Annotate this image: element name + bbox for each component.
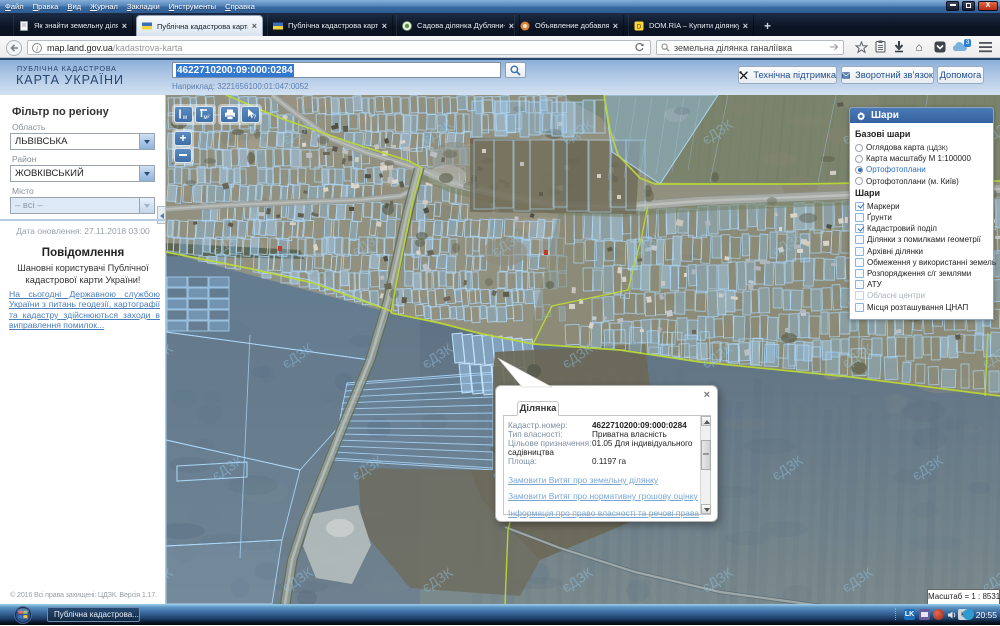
svg-text:м: м xyxy=(183,115,187,120)
svg-text:D: D xyxy=(637,24,642,30)
svg-text:м²: м² xyxy=(204,115,210,120)
svg-text:?: ? xyxy=(253,115,257,120)
